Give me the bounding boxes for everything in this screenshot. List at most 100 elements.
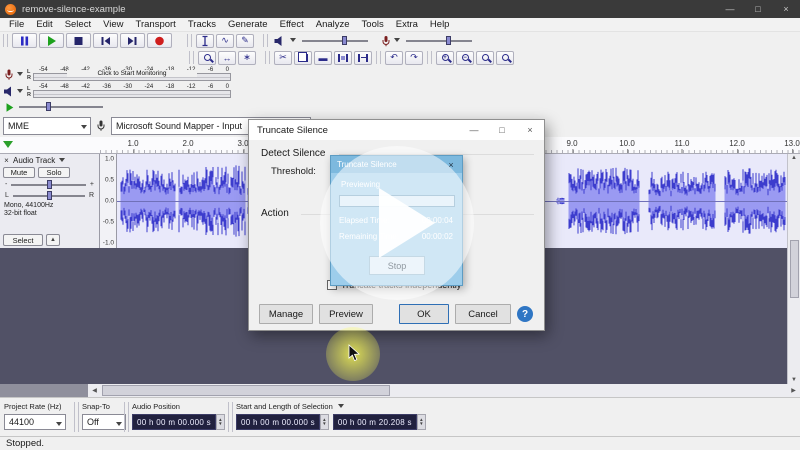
play-head-marker-icon[interactable] <box>3 141 13 153</box>
track-name[interactable]: Audio Track <box>13 156 55 165</box>
solo-button[interactable]: Solo <box>38 167 70 178</box>
dialog-maximize-button[interactable]: □ <box>488 120 516 140</box>
dialog-minimize-button[interactable]: — <box>460 120 488 140</box>
input-device-mic-icon <box>95 119 107 132</box>
undo-button[interactable]: ↶ <box>385 51 403 65</box>
horizontal-scrollbar[interactable]: ◀ ▶ <box>88 384 800 397</box>
cancel-button[interactable]: Cancel <box>455 304 511 324</box>
cut-button[interactable]: ✂ <box>274 51 292 65</box>
horizontal-scroll-thumb[interactable] <box>102 385 390 396</box>
record-button[interactable] <box>147 33 172 48</box>
recording-volume-slider[interactable] <box>406 40 472 42</box>
toolbar-gripper[interactable] <box>265 51 270 64</box>
vertical-scrollbar[interactable]: ▲ ▼ <box>787 154 800 384</box>
video-play-overlay-button[interactable] <box>320 146 474 300</box>
play-button[interactable] <box>39 33 64 48</box>
minimize-button[interactable]: — <box>716 0 744 18</box>
zoom-out-button[interactable]: − <box>456 51 474 65</box>
help-button[interactable]: ? <box>517 306 533 322</box>
skip-to-start-button[interactable] <box>93 33 118 48</box>
track-menu-chevron-icon[interactable] <box>59 158 65 165</box>
toolbar-gripper[interactable] <box>3 34 8 47</box>
recording-meter[interactable]: -54-48-42-36-30-24-18-12-60 Click to Sta… <box>33 67 231 82</box>
menu-generate[interactable]: Generate <box>222 19 274 30</box>
gain-slider[interactable] <box>11 184 86 186</box>
snap-to-dropdown[interactable]: Off <box>82 414 126 430</box>
copy-button[interactable] <box>294 51 312 65</box>
play-at-speed-button[interactable] <box>4 102 15 113</box>
audio-host-dropdown[interactable]: MME <box>3 117 91 135</box>
timeshift-tool-button[interactable]: ↔ <box>218 51 236 65</box>
vscale-label: 0.0 <box>105 198 114 205</box>
menu-effect[interactable]: Effect <box>274 19 310 30</box>
toolbar-gripper[interactable] <box>263 34 268 47</box>
envelope-tool-button[interactable]: ∿ <box>216 34 234 48</box>
selection-tool-button[interactable] <box>196 34 214 48</box>
zoom-selection-button[interactable] <box>476 51 494 65</box>
toolbar-gripper[interactable] <box>376 51 381 64</box>
maximize-button[interactable]: □ <box>744 0 772 18</box>
multi-tool-button[interactable]: ∗ <box>238 51 256 65</box>
menu-edit[interactable]: Edit <box>30 19 58 30</box>
toolbar-gripper[interactable] <box>187 34 192 47</box>
pause-button[interactable] <box>12 33 37 48</box>
toolbar-gripper[interactable] <box>189 51 194 64</box>
track-close-button[interactable]: × <box>2 156 11 165</box>
ruler-label: 1.0 <box>127 139 138 148</box>
scroll-right-icon[interactable]: ▶ <box>787 384 800 397</box>
skip-to-end-button[interactable] <box>120 33 145 48</box>
dialog-title-bar[interactable]: Truncate Silence — □ × <box>249 120 544 140</box>
play-speed-slider[interactable] <box>19 106 103 108</box>
zoom-in-button[interactable]: + <box>436 51 454 65</box>
track-select-button[interactable]: Select <box>3 234 43 246</box>
scroll-left-icon[interactable]: ◀ <box>88 384 101 397</box>
menu-extra[interactable]: Extra <box>390 19 424 30</box>
stop-button[interactable] <box>66 33 91 48</box>
gain-min-label: - <box>5 181 7 188</box>
menu-select[interactable]: Select <box>59 19 97 30</box>
playback-volume-slider[interactable] <box>302 40 368 42</box>
playback-meter[interactable]: -54-48-42-36-30-24-18-12-60 <box>33 84 231 99</box>
menu-tracks[interactable]: Tracks <box>182 19 222 30</box>
track-collapse-button[interactable]: ▲ <box>46 234 60 246</box>
dialog-title: Truncate Silence <box>257 125 328 136</box>
vertical-scale-ruler[interactable]: 1.0 0.5 0.0 -0.5 -1.0 <box>100 154 117 248</box>
mute-button[interactable]: Mute <box>3 167 35 178</box>
menu-analyze[interactable]: Analyze <box>310 19 356 30</box>
audio-position-field[interactable]: 00 h 00 m 00.000 s ▲▼ <box>132 414 225 430</box>
menu-tools[interactable]: Tools <box>356 19 390 30</box>
track-format-line1: Mono, 44100Hz <box>4 202 95 210</box>
zoom-tool-button[interactable] <box>198 51 216 65</box>
silence-audio-button[interactable] <box>354 51 372 65</box>
preview-button[interactable]: Preview <box>319 304 373 324</box>
zoom-fit-button[interactable] <box>496 51 514 65</box>
redo-button[interactable]: ↷ <box>405 51 423 65</box>
menu-help[interactable]: Help <box>424 19 456 30</box>
menu-view[interactable]: View <box>97 19 129 30</box>
project-rate-dropdown[interactable]: 44100 <box>4 414 66 430</box>
trim-audio-button[interactable] <box>334 51 352 65</box>
draw-tool-button[interactable]: ✎ <box>236 34 254 48</box>
selection-mode-dropdown[interactable]: Start and Length of Selection <box>236 402 346 411</box>
scroll-down-icon[interactable]: ▼ <box>791 377 797 383</box>
toolbar-gripper[interactable] <box>427 51 432 64</box>
dialog-close-button[interactable]: × <box>516 120 544 140</box>
ok-button[interactable]: OK <box>399 304 449 324</box>
toolbar-gripper[interactable] <box>124 402 129 432</box>
toolbar-gripper[interactable] <box>228 402 233 432</box>
manage-button[interactable]: Manage <box>259 304 313 324</box>
scroll-up-icon[interactable]: ▲ <box>791 155 797 161</box>
chevron-down-icon <box>17 72 23 79</box>
pan-slider[interactable] <box>13 195 85 197</box>
monitoring-hint[interactable]: Click to Start Monitoring <box>67 70 197 77</box>
vertical-scroll-thumb[interactable] <box>790 240 799 298</box>
menu-transport[interactable]: Transport <box>130 19 182 30</box>
menu-file[interactable]: File <box>3 19 30 30</box>
selection-start-field[interactable]: 00 h 00 m 00.000 s ▲▼ <box>236 414 329 430</box>
vscale-label: 1.0 <box>105 156 114 163</box>
paste-button[interactable]: ▬ <box>314 51 332 65</box>
selection-length-field[interactable]: 00 h 00 m 20.208 s ▲▼ <box>333 414 426 430</box>
track-format-line2: 32-bit float <box>4 210 95 218</box>
close-button[interactable]: × <box>772 0 800 18</box>
toolbar-gripper[interactable] <box>74 402 79 432</box>
